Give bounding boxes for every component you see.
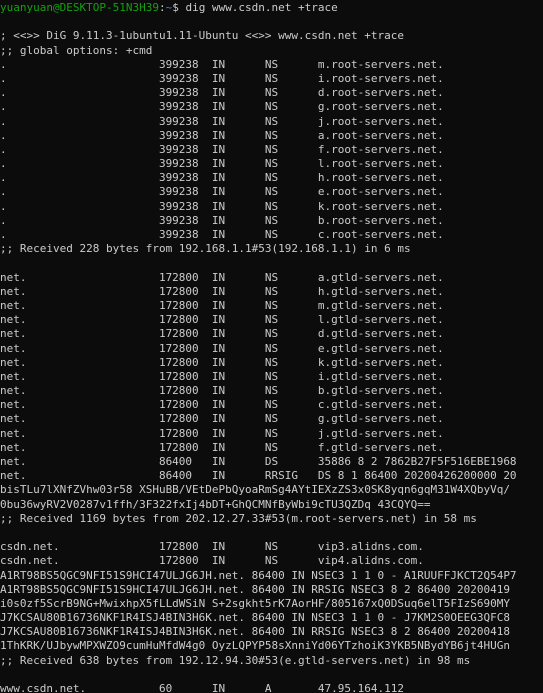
output-line: net. 86400 IN RRSIG DS 8 1 86400 2020042…: [0, 469, 517, 483]
output-line: net. 172800 IN NS c.gtld-servers.net.: [0, 398, 444, 412]
output-line: csdn.net. 172800 IN NS vip3.alidns.com.: [0, 540, 424, 554]
output-line: . 399238 IN NS d.root-servers.net.: [0, 86, 444, 100]
terminal-window[interactable]: yuanyuan@DESKTOP-51N3H39:~$ dig www.csdn…: [0, 0, 543, 693]
output-line: . 399238 IN NS c.root-servers.net.: [0, 228, 444, 241]
output-line: bisTLu7lXNfZVhw03r58 XSHuBB/VEtDePbQyoaR…: [0, 483, 510, 497]
output-line: ;; Received 228 bytes from 192.168.1.1#5…: [0, 242, 411, 256]
output-line: 0bu36wyRV2V0287v1ffh/3F322fxIj4bDT+GhQCM…: [0, 497, 431, 511]
output-line: www.csdn.net. 60 IN A 47.95.164.112: [0, 682, 404, 693]
output-line: net. 172800 IN NS h.gtld-servers.net.: [0, 284, 444, 298]
output-line: A1RT98BS5QGC9NFI51S9HCI47ULJG6JH.net. 86…: [0, 582, 510, 596]
output-line: . 399238 IN NS k.root-servers.net.: [0, 199, 444, 213]
output-line: J7KCSAU80B16736NKF1R4ISJ4BIN3H6K.net. 86…: [0, 625, 510, 639]
output-line: ;; Received 1169 bytes from 202.12.27.33…: [0, 511, 477, 525]
output-line: . 399238 IN NS i.root-servers.net.: [0, 71, 444, 85]
output-line: ;; Received 638 bytes from 192.12.94.30#…: [0, 653, 471, 667]
output-line: . 399238 IN NS m.root-servers.net.: [0, 57, 444, 71]
output-line: net. 172800 IN NS g.gtld-servers.net.: [0, 412, 444, 426]
output-line: . 399238 IN NS h.root-servers.net.: [0, 171, 444, 185]
output-line: net. 172800 IN NS d.gtld-servers.net.: [0, 327, 444, 341]
output-line: . 399238 IN NS j.root-servers.net.: [0, 114, 444, 128]
output-line: i0s0zf5ScrB9NG+MwixhpX5fLLdWSiN S+2sgkht…: [0, 596, 510, 610]
output-line: . 399238 IN NS a.root-servers.net.: [0, 128, 444, 142]
prompt-user: yuanyuan@DESKTOP-51N3H39: [0, 1, 159, 14]
output-line: J7KCSAU80B16736NKF1R4ISJ4BIN3H6K.net. 86…: [0, 611, 510, 625]
output-line: net. 172800 IN NS k.gtld-servers.net.: [0, 355, 444, 369]
output-line: net. 172800 IN NS b.gtld-servers.net.: [0, 384, 444, 398]
command-line: yuanyuan@DESKTOP-51N3H39:~$ dig www.csdn…: [0, 1, 543, 15]
output-line: . 399238 IN NS f.root-servers.net.: [0, 142, 444, 156]
output-line: net. 86400 IN DS 35886 8 2 7862B27F5F516…: [0, 455, 517, 468]
output-line: net. 172800 IN NS l.gtld-servers.net.: [0, 313, 444, 327]
output-line: net. 172800 IN NS f.gtld-servers.net.: [0, 440, 444, 454]
output-line: . 399238 IN NS g.root-servers.net.: [0, 100, 444, 114]
output-line: net. 172800 IN NS a.gtld-servers.net.: [0, 270, 444, 284]
command-text: dig www.csdn.net +trace: [185, 1, 338, 14]
output-line: net. 172800 IN NS m.gtld-servers.net.: [0, 298, 444, 312]
output-line: ;; global options: +cmd: [0, 43, 153, 57]
prompt-separator: :: [158, 1, 166, 14]
output-line: A1RT98BS5QGC9NFI51S9HCI47ULJG6JH.net. 86…: [0, 568, 517, 582]
output-line: . 399238 IN NS l.root-servers.net.: [0, 157, 444, 171]
output-line: ; <<>> DiG 9.11.3-1ubuntu1.11-Ubuntu <<>…: [0, 29, 404, 43]
output-line: net. 172800 IN NS e.gtld-servers.net.: [0, 341, 444, 355]
output-line: . 399238 IN NS e.root-servers.net.: [0, 185, 444, 199]
output-line: net. 172800 IN NS i.gtld-servers.net.: [0, 369, 444, 383]
prompt-dollar: $: [172, 1, 186, 14]
output-line: csdn.net. 172800 IN NS vip4.alidns.com.: [0, 554, 424, 568]
output-line: . 399238 IN NS b.root-servers.net.: [0, 213, 444, 227]
terminal-output: ; <<>> DiG 9.11.3-1ubuntu1.11-Ubuntu <<>…: [0, 15, 543, 693]
output-line: net. 172800 IN NS j.gtld-servers.net.: [0, 426, 444, 440]
output-line: 1ThKRK/UJbywMPXWZO9cumHuMfdW4g0 OyzLQPYP…: [0, 639, 510, 653]
